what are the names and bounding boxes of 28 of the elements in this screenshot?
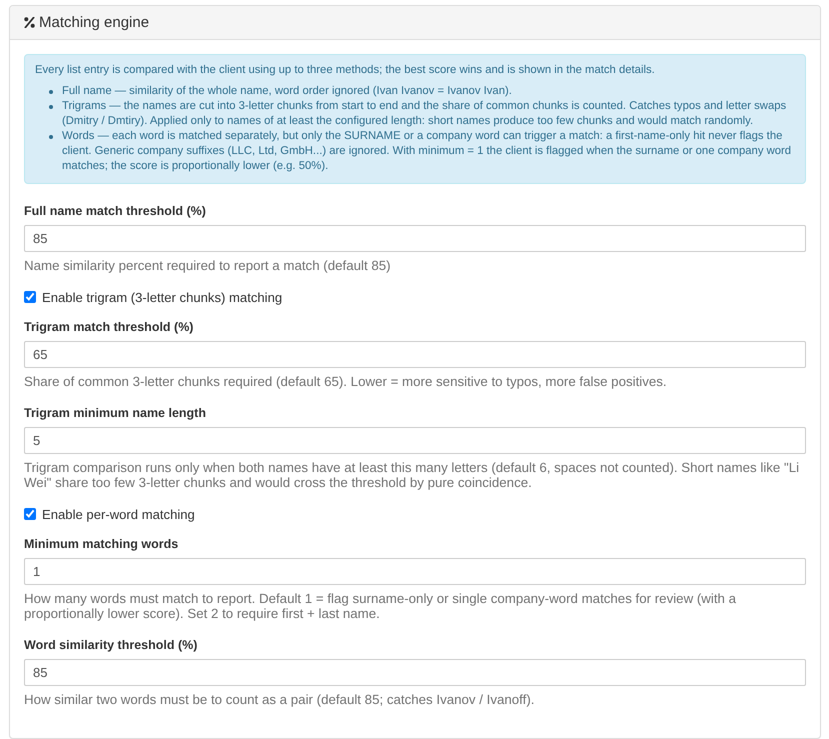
help-text: Name similarity percent required to report a match (default 85): [24, 258, 392, 273]
info-text: Every list entry is compared with the client using up to three methods; the best score wins and is shown in the match details.: [35, 63, 656, 78]
info-list-item: Words — each word is matched separately, but only the SURNAME or a company word can trigger a match: a first-name-only hit never flags the client. Generic company suffixes (LLC, Ltd, GmbH...) are ignored. With minimum = 1 the client is flagged when the surname or one company word matches; the score is proportionally lower (e.g. 50%).: [62, 129, 792, 174]
percent-icon: [24, 17, 35, 28]
checkbox-label: Enable per-word matching: [42, 506, 195, 522]
checkbox[interactable]: [24, 508, 36, 520]
field-label: Word similarity threshold (%): [24, 637, 198, 654]
field-label: Full name match threshold (%): [24, 203, 207, 220]
bullet-icon: [49, 135, 53, 139]
bullet-icon: [49, 105, 53, 109]
field-label: Minimum matching words: [24, 536, 180, 552]
help-text: Share of common 3-letter chunks required (default 65). Lower = more sensitive to typos, more false positives.: [24, 374, 668, 388]
info-list-item: Trigrams — the names are cut into 3-letter chunks from start to end and the share of common chunks is counted. Catches typos and letter swaps (Dmitry / Dmtiry). Applied only to names of at least the configured length: short names produce too few chunks and would match randomly.: [62, 99, 788, 129]
input-field[interactable]: 85: [24, 225, 806, 252]
input-field[interactable]: 1: [24, 558, 806, 584]
help-text: How many words must match to report. Default 1 = flag surname-only or single company-word matches for review (with a proportionally lower score). Set 2 to require first + last name.: [24, 590, 738, 620]
bullet-icon: [49, 90, 53, 94]
field-label: Trigram match threshold (%): [24, 318, 194, 336]
input-field[interactable]: 5: [24, 427, 806, 454]
field-label: Trigram minimum name length: [24, 405, 207, 422]
info-list-item: Full name — similarity of the whole name, word order ignored (Ivan Ivanov = Ivanov Ivan).: [62, 84, 512, 99]
help-text: Trigram comparison runs only when both names have at least this many letters (default 6, spaces not counted). Short names like "Li Wei" share too few 3-letter chunks and would cross the threshold by pure coincidence.: [24, 460, 800, 490]
panel-title: Matching engine: [39, 14, 150, 31]
input-field[interactable]: 65: [24, 340, 806, 368]
input-field[interactable]: 85: [24, 659, 806, 686]
checkbox[interactable]: [24, 291, 36, 303]
help-text: How similar two words must be to count as a pair (default 85; catches Ivanov / Ivanoff).: [24, 692, 536, 707]
checkbox-label: Enable trigram (3-letter chunks) matching: [42, 290, 282, 304]
